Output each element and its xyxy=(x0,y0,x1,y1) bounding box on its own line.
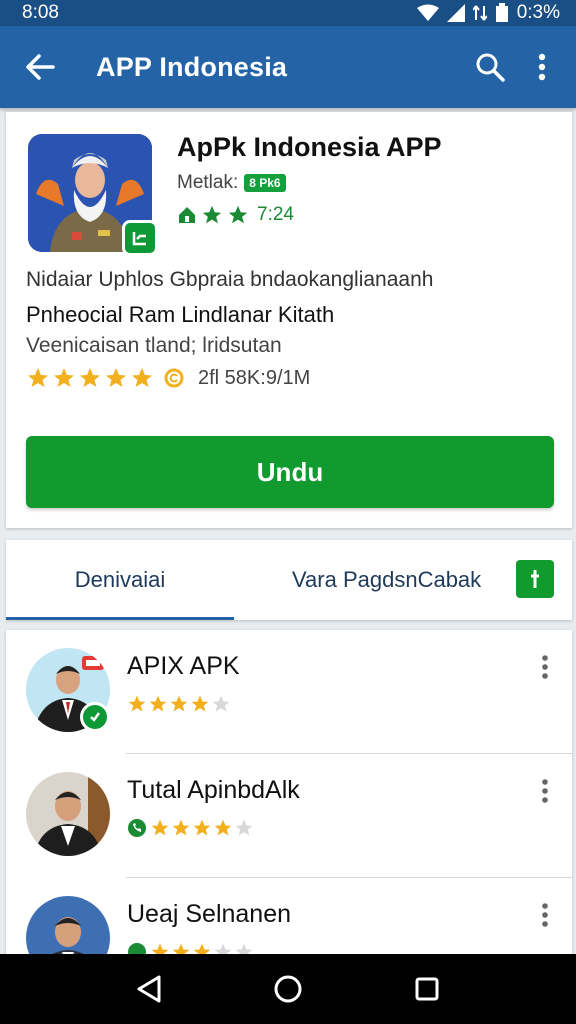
battery-icon xyxy=(495,3,508,22)
tab-details[interactable]: Denivaiai xyxy=(6,540,234,620)
more-vert-icon xyxy=(542,779,548,803)
list-item-title: Ueaj Selnanen xyxy=(127,900,292,928)
star-filled-icon xyxy=(193,819,211,836)
app-bar: APP Indonesia xyxy=(0,26,576,108)
description-line-3: Veenicaisan tland; lridsutan xyxy=(26,334,282,357)
list-item[interactable]: Tutal ApinbdAlk xyxy=(6,754,572,878)
tab-indicator xyxy=(6,617,234,620)
rating-stars xyxy=(127,694,231,714)
avatar xyxy=(26,772,110,856)
description-line-1: Nidaiar Uphlos Gbpraia bndaokanglianaanh xyxy=(26,268,434,291)
list-item-more-button[interactable] xyxy=(530,652,560,682)
overflow-menu-button[interactable] xyxy=(516,41,568,93)
page-title: APP Indonesia xyxy=(96,51,288,82)
rating-text: 2fl 58K:9/1M xyxy=(198,366,311,389)
star-filled-icon xyxy=(172,819,190,836)
star-filled-icon xyxy=(191,695,209,712)
back-triangle-icon xyxy=(137,975,161,1003)
list-item-more-button[interactable] xyxy=(530,776,560,806)
star-filled-icon xyxy=(80,368,100,387)
app-detail-card: ApPk Indonesia APP Metlak: 8 Pk6 7:24 Ni… xyxy=(6,112,572,528)
meta-badge: 8 Pk6 xyxy=(244,174,286,192)
coin-icon xyxy=(164,368,184,388)
verified-badge-icon xyxy=(122,220,158,256)
more-vert-icon xyxy=(542,903,548,927)
list-item-rating xyxy=(127,818,254,838)
battery-text: 0:3% xyxy=(516,2,560,23)
home-icon xyxy=(179,207,195,223)
more-vert-icon xyxy=(542,655,548,679)
star-filled-icon xyxy=(151,819,169,836)
nav-back-button[interactable] xyxy=(119,959,179,1019)
star-filled-icon xyxy=(28,368,48,387)
list-item-rating xyxy=(127,694,231,714)
status-bar: 8:08 0:3% xyxy=(0,0,576,26)
list-item-title: Tutal ApinbdAlk xyxy=(127,776,300,804)
tabs-bar: Denivaiai Vara PagdsnCabak xyxy=(6,540,572,620)
status-icons: 0:3% xyxy=(416,2,560,24)
rating-line: 2fl 58K:9/1M xyxy=(26,366,310,390)
info-line: 7:24 xyxy=(177,204,294,226)
wifi-icon xyxy=(416,4,439,21)
data-icon xyxy=(472,5,487,21)
meta-label: Metlak: xyxy=(177,172,239,193)
related-apps-list: APIX APK Tutal ApinbdAlk Ueaj Selnanen xyxy=(6,630,572,970)
back-button[interactable] xyxy=(12,39,68,95)
star-filled-icon xyxy=(106,368,126,387)
description-line-2: Pnheocial Ram Lindlanar Kitath xyxy=(26,302,335,327)
signal-icon xyxy=(446,4,465,22)
home-circle-icon xyxy=(274,975,302,1003)
list-item[interactable]: APIX APK xyxy=(6,630,572,754)
whatsapp-icon xyxy=(128,819,146,837)
tab-reviews[interactable]: Vara PagdsnCabak xyxy=(292,540,481,620)
app-name: ApPk Indonesia APP xyxy=(177,132,442,162)
recents-square-icon xyxy=(415,977,439,1001)
search-icon xyxy=(476,53,505,82)
info-icon xyxy=(531,570,539,588)
more-vert-icon xyxy=(538,53,546,81)
meta-line: Metlak: 8 Pk6 xyxy=(177,172,286,194)
verified-badge-icon xyxy=(80,702,110,732)
star-filled-icon xyxy=(170,695,188,712)
nav-recents-button[interactable] xyxy=(397,959,457,1019)
install-button[interactable]: Undu xyxy=(26,436,554,508)
star-icon xyxy=(202,205,222,224)
rating-stars xyxy=(150,818,254,838)
star-filled-icon xyxy=(214,819,232,836)
status-time: 8:08 xyxy=(22,2,59,23)
star-filled-icon xyxy=(128,695,146,712)
back-arrow-icon xyxy=(26,54,55,80)
star-empty-icon xyxy=(212,695,230,712)
system-nav-bar xyxy=(0,954,576,1024)
star-filled-icon xyxy=(132,368,152,387)
list-item-more-button[interactable] xyxy=(530,900,560,930)
star-filled-icon xyxy=(149,695,167,712)
tab-action-button[interactable] xyxy=(516,560,554,598)
star-empty-icon xyxy=(235,819,253,836)
star-icon xyxy=(228,205,248,224)
rating-stars xyxy=(26,366,154,390)
search-button[interactable] xyxy=(464,41,516,93)
star-filled-icon xyxy=(54,368,74,387)
nav-home-button[interactable] xyxy=(258,959,318,1019)
list-item-title: APIX APK xyxy=(127,652,240,680)
info-text: 7:24 xyxy=(257,204,294,225)
